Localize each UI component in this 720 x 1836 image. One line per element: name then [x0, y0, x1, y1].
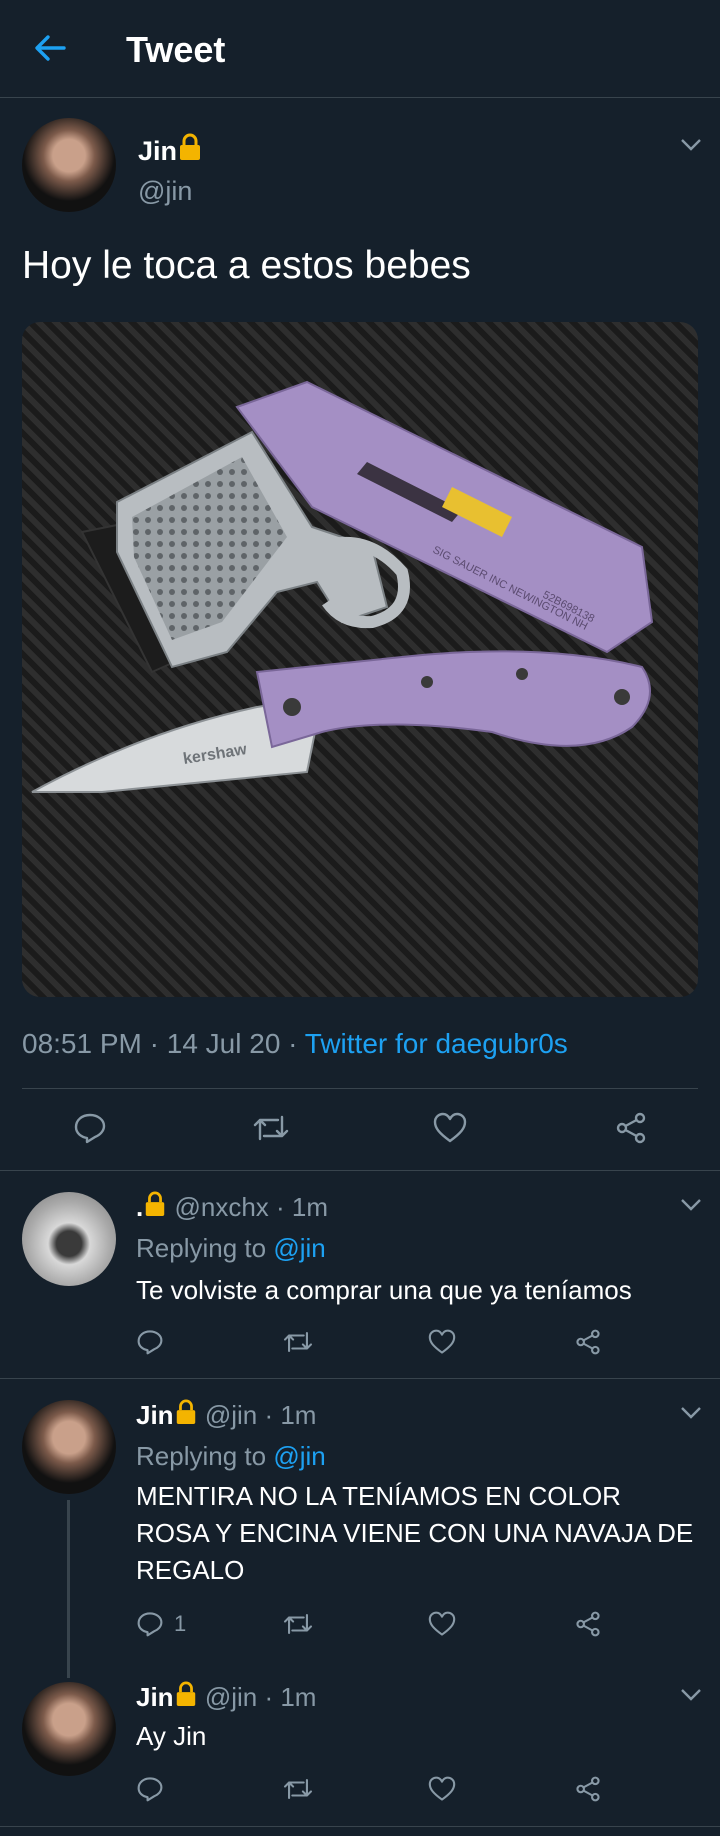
divider — [0, 1378, 720, 1379]
divider — [0, 1826, 720, 1827]
tweet-date: 14 Jul 20 — [166, 1028, 281, 1059]
like-button[interactable] — [433, 1112, 467, 1144]
reply-count: 1 — [174, 1611, 187, 1636]
tweet-media[interactable]: SIG SAUER INC NEWINGTON NH 52B698138 ker… — [22, 322, 698, 997]
lock-icon — [180, 133, 201, 160]
share-button[interactable] — [574, 1329, 602, 1355]
tweet-meta: 08:51 PM · 14 Jul 20 · Twitter for daegu… — [22, 1028, 568, 1059]
lock-icon — [176, 1399, 195, 1424]
reply-author-handle[interactable]: @nxchx — [174, 1192, 268, 1222]
avatar[interactable] — [22, 118, 116, 212]
reply-author-handle[interactable]: @jin — [205, 1682, 257, 1712]
retweet-button[interactable] — [282, 1776, 314, 1802]
reply-header: . @nxchx · 1m — [136, 1191, 329, 1222]
replying-to-link[interactable]: @jin — [273, 1441, 325, 1471]
reply-button[interactable] — [73, 1112, 107, 1144]
share-button[interactable] — [574, 1611, 602, 1637]
avatar[interactable] — [22, 1192, 116, 1286]
page-title: Tweet — [126, 29, 226, 70]
top-bar: Tweet — [0, 0, 720, 98]
back-arrow-icon — [35, 35, 66, 61]
replying-to-link[interactable]: @jin — [273, 1233, 325, 1263]
reply-header: Jin @jin · 1m — [136, 1399, 317, 1430]
chevron-down-icon[interactable] — [680, 138, 702, 152]
reply-icon — [137, 1330, 163, 1355]
retweet-button[interactable] — [282, 1329, 314, 1355]
chevron-down-icon[interactable] — [680, 1406, 702, 1420]
media-image: SIG SAUER INC NEWINGTON NH 52B698138 ker… — [31, 380, 654, 793]
lock-icon — [146, 1191, 165, 1216]
reply-author-name[interactable]: Jin — [136, 1682, 174, 1712]
reply-button[interactable] — [136, 1329, 164, 1355]
retweet-button[interactable] — [282, 1611, 314, 1637]
reply-button[interactable]: 1 — [136, 1611, 186, 1637]
reply-text: MENTIRA NO LA TENÍAMOS EN COLOR ROSA Y E… — [136, 1481, 694, 1585]
retweet-icon — [253, 1115, 289, 1141]
reply-icon — [137, 1612, 163, 1637]
reply-icon — [74, 1113, 106, 1144]
share-button[interactable] — [574, 1776, 602, 1802]
like-icon — [428, 1776, 456, 1801]
avatar[interactable] — [22, 1682, 116, 1776]
reply-button[interactable] — [136, 1776, 164, 1802]
lock-icon — [176, 1681, 195, 1706]
reply-time: 1m — [280, 1400, 317, 1430]
tweet-time: 08:51 PM — [22, 1028, 142, 1059]
reply-author-name[interactable]: . — [136, 1192, 143, 1222]
share-button[interactable] — [614, 1112, 648, 1144]
like-icon — [433, 1112, 467, 1143]
share-icon — [576, 1329, 600, 1355]
like-icon — [428, 1329, 456, 1354]
retweet-icon — [283, 1332, 313, 1352]
chevron-down-icon[interactable] — [680, 1198, 702, 1212]
avatar[interactable] — [22, 1400, 116, 1494]
like-icon — [428, 1611, 456, 1636]
share-icon — [576, 1611, 600, 1637]
replying-to: Replying to @jin — [136, 1441, 326, 1471]
reply-text: Te volviste a comprar una que ya teníamo… — [136, 1275, 632, 1305]
back-button[interactable] — [30, 28, 70, 68]
retweet-button[interactable] — [252, 1112, 290, 1144]
tweet-text: Hoy le toca a estos bebes — [22, 244, 471, 287]
like-button[interactable] — [428, 1329, 456, 1355]
divider — [22, 1088, 698, 1089]
reply-time: 1m — [291, 1192, 329, 1222]
reply-author-handle[interactable]: @jin — [205, 1400, 257, 1430]
reply-icon — [137, 1777, 163, 1802]
tweet-source[interactable]: Twitter for daegubr0s — [305, 1028, 568, 1059]
share-icon — [576, 1776, 600, 1802]
author-handle[interactable]: @jin — [138, 176, 192, 207]
author-name[interactable]: Jin — [138, 132, 203, 167]
replying-to: Replying to @jin — [136, 1233, 326, 1263]
reply-author-name[interactable]: Jin — [136, 1400, 174, 1430]
retweet-icon — [283, 1779, 313, 1799]
chevron-down-icon[interactable] — [680, 1688, 702, 1702]
like-button[interactable] — [428, 1611, 456, 1637]
reply-text: Ay Jin — [136, 1721, 207, 1751]
divider — [0, 1170, 720, 1171]
like-button[interactable] — [428, 1776, 456, 1802]
thread-line — [67, 1500, 70, 1678]
retweet-icon — [283, 1614, 313, 1634]
share-icon — [616, 1112, 646, 1144]
reply-header: Jin @jin · 1m — [136, 1681, 317, 1712]
reply-time: 1m — [280, 1682, 317, 1712]
